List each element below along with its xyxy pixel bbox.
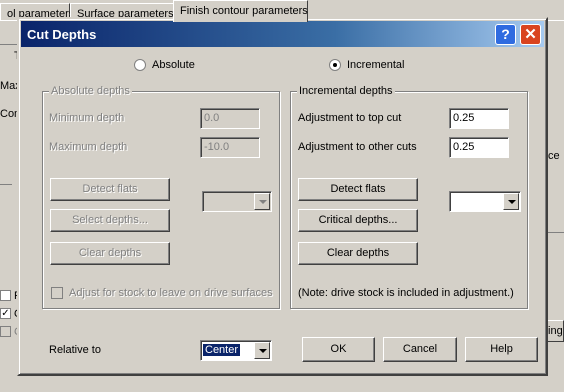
top-cut-field[interactable]: 0.25 — [449, 108, 509, 129]
cut-depths-dialog: Cut Depths ? ✕ Absolute Incremental Abso… — [17, 17, 548, 376]
incremental-flats-dropdown[interactable] — [449, 191, 521, 212]
minimum-depth-field[interactable]: 0.0 — [200, 108, 260, 129]
maximum-depth-field[interactable]: -10.0 — [200, 137, 260, 158]
absolute-radio[interactable]: Absolute — [134, 57, 195, 73]
incremental-radio[interactable]: Incremental — [329, 57, 404, 73]
adjust-stock-checkbox[interactable] — [51, 287, 63, 299]
critical-depths-button[interactable]: Critical depths... — [298, 209, 418, 232]
other-cuts-label: Adjustment to other cuts — [298, 141, 417, 153]
minimum-depth-label: Minimum depth — [49, 112, 125, 124]
top-cut-label: Adjustment to top cut — [298, 112, 402, 124]
relative-to-dropdown[interactable]: Center — [200, 340, 272, 361]
help-icon[interactable]: ? — [495, 24, 516, 45]
background-label: ce — [548, 150, 560, 162]
incremental-depths-title: Incremental depths — [297, 85, 395, 97]
clear-depths-absolute-button[interactable]: Clear depths — [50, 242, 170, 265]
background-checkbox[interactable]: ✓ — [0, 308, 11, 319]
maximum-depth-label: Maximum depth — [49, 141, 128, 153]
chevron-down-icon[interactable] — [254, 342, 270, 359]
cancel-button[interactable]: Cancel — [383, 337, 457, 362]
absolute-depths-title: Absolute depths — [49, 85, 132, 97]
chevron-down-icon[interactable] — [254, 193, 270, 210]
ok-button[interactable]: OK — [302, 337, 375, 362]
divider — [0, 184, 12, 185]
relative-to-label: Relative to — [49, 344, 101, 356]
relative-to-value: Center — [203, 344, 241, 356]
other-cuts-field[interactable]: 0.25 — [449, 137, 509, 158]
background-checkbox[interactable] — [0, 290, 11, 301]
radio-absolute-indicator[interactable] — [134, 59, 146, 71]
absolute-radio-label: Absolute — [152, 59, 195, 71]
dialog-title: Cut Depths — [27, 27, 97, 42]
select-depths-button[interactable]: Select depths... — [50, 209, 170, 232]
help-button[interactable]: Help — [465, 337, 538, 362]
tab-finish-contour-parameters[interactable]: Finish contour parameters — [173, 0, 308, 22]
clear-depths-incremental-button[interactable]: Clear depths — [298, 242, 418, 265]
chevron-down-icon[interactable] — [503, 193, 519, 210]
detect-flats-absolute-button[interactable]: Detect flats — [50, 178, 170, 201]
incremental-radio-label: Incremental — [347, 59, 405, 71]
close-icon[interactable]: ✕ — [520, 24, 541, 45]
drive-stock-note: (Note: drive stock is included in adjust… — [298, 287, 514, 299]
background-checkbox[interactable] — [0, 326, 11, 337]
divider — [548, 232, 564, 233]
detect-flats-incremental-button[interactable]: Detect flats — [298, 178, 418, 201]
adjust-stock-label: Adjust for stock to leave on drive surfa… — [69, 287, 273, 299]
dialog-titlebar[interactable]: Cut Depths ? ✕ — [21, 21, 544, 47]
tab-label: Finish contour parameters — [180, 5, 308, 17]
absolute-flats-dropdown[interactable] — [202, 191, 272, 212]
radio-incremental-indicator[interactable] — [329, 59, 341, 71]
